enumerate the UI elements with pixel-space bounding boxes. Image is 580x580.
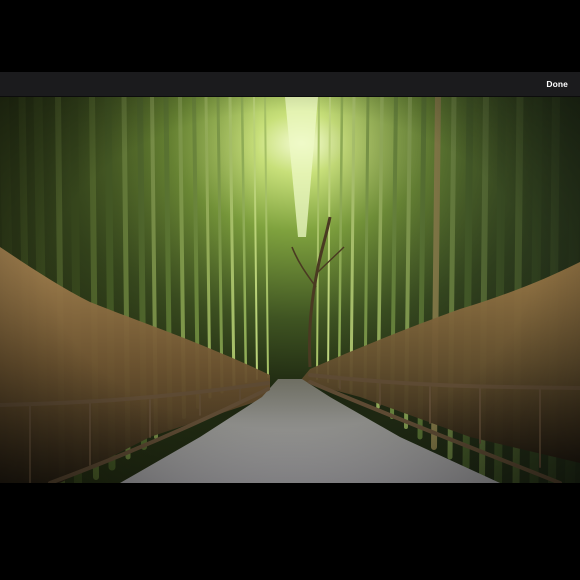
done-button[interactable]: Done bbox=[544, 72, 570, 96]
photo-canvas[interactable] bbox=[0, 97, 580, 483]
bamboo-forest-photo bbox=[0, 97, 580, 483]
top-toolbar: Done bbox=[0, 72, 580, 97]
photo-viewer-screen: Done bbox=[0, 0, 580, 580]
